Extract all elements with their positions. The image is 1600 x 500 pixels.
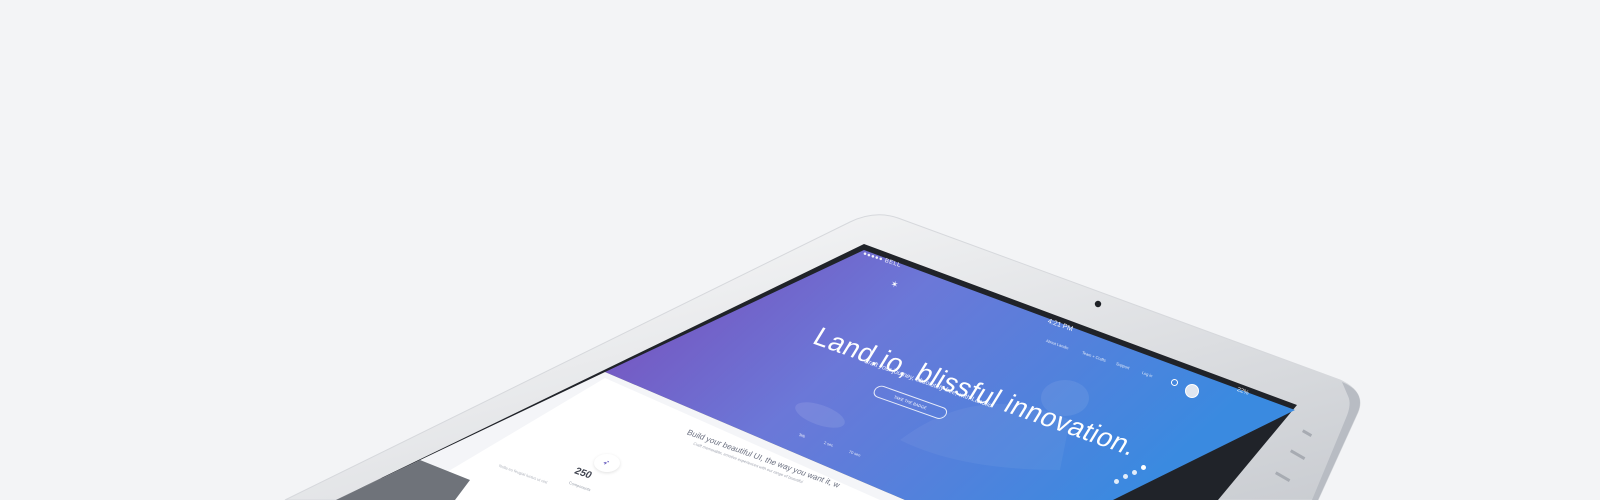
tablet-device: [0, 0, 1600, 500]
pagination-dot[interactable]: [1123, 474, 1128, 479]
camera-lens: [1094, 300, 1102, 308]
tablet-frame: [284, 214, 1361, 500]
avatar[interactable]: [1185, 384, 1199, 398]
pagination-dot[interactable]: [1132, 470, 1137, 475]
pagination-dot-active[interactable]: [1141, 465, 1146, 470]
pagination-dot[interactable]: [1114, 479, 1119, 484]
screenshot-stage: ●●●●● BELL 4:21 PM 22% ✶ About Landio Te…: [0, 0, 1600, 500]
